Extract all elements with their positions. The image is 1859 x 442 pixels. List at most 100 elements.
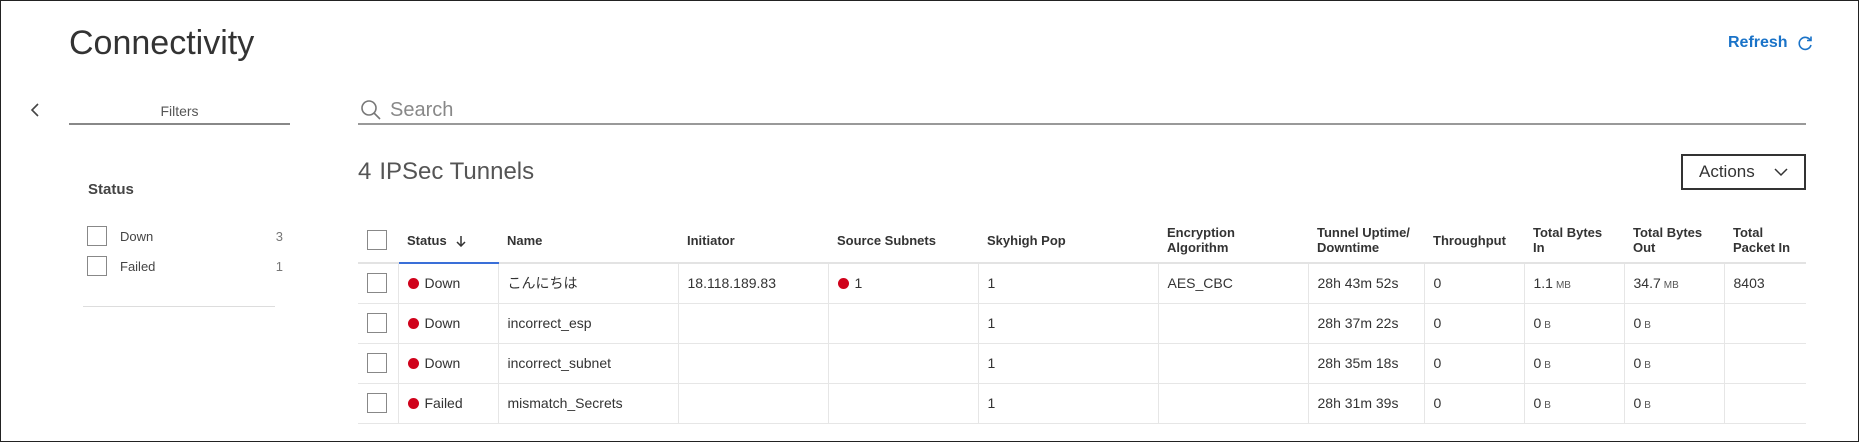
skyhigh-pop-cell: 1 (977, 263, 1158, 304)
table-row[interactable]: Down こんにちは 18.118.189.83 1 1 AES_CBC 28h… (358, 263, 1806, 304)
filters-tab-label: Filters (160, 103, 199, 119)
actions-dropdown-button[interactable]: Actions (1681, 154, 1806, 190)
row-select-cell (358, 343, 398, 384)
filters-divider (83, 306, 275, 307)
tunnels-table: Status Name Initiator Source Subnets Sky… (358, 218, 1806, 424)
column-header-total-bytes-out[interactable]: Total Bytes Out (1624, 218, 1724, 264)
table-header-row: Status Name Initiator Source Subnets Sky… (358, 218, 1806, 264)
throughput-cell: 0 (1423, 343, 1524, 384)
uptime-cell: 28h 31m 39s (1307, 383, 1424, 424)
column-header-throughput[interactable]: Throughput (1424, 218, 1524, 264)
name-cell: incorrect_subnet (497, 343, 678, 384)
source-subnets-cell (827, 303, 978, 344)
throughput-cell: 0 (1423, 383, 1524, 424)
name-cell: こんにちは (497, 263, 678, 304)
status-cell: Down (397, 263, 498, 304)
initiator-cell (677, 343, 828, 384)
filter-down-label: Down (120, 228, 154, 244)
encryption-cell (1157, 343, 1308, 384)
row-select-cell (358, 263, 398, 304)
status-failed-indicator (407, 398, 419, 409)
row-checkbox[interactable] (367, 313, 387, 333)
tunnel-count-label: IPSec Tunnels (379, 158, 535, 185)
refresh-button[interactable]: Refresh (1728, 34, 1814, 52)
search-input[interactable] (390, 98, 1806, 122)
chevron-down-icon (1774, 168, 1788, 177)
filter-failed-checkbox[interactable] (87, 256, 107, 276)
bytes-out-cell: 0B (1623, 303, 1724, 344)
status-filter-heading: Status (88, 181, 134, 198)
filters-tab[interactable]: Filters (69, 103, 290, 125)
source-subnets-cell (827, 343, 978, 384)
table-row[interactable]: Down incorrect_esp 1 28h 37m 22s 0 0B 0B (358, 303, 1806, 344)
filter-down-count: 3 (275, 228, 283, 244)
page-title: Connectivity (69, 24, 255, 62)
bytes-out-cell: 0B (1623, 343, 1724, 384)
initiator-cell: 18.118.189.83 (677, 263, 828, 304)
status-down-indicator (407, 278, 419, 290)
sort-descending-arrow-icon (456, 235, 466, 247)
row-checkbox[interactable] (367, 393, 387, 413)
table-row[interactable]: Failed mismatch_Secrets 1 28h 31m 39s 0 … (358, 383, 1806, 424)
table-row[interactable]: Down incorrect_subnet 1 28h 35m 18s 0 0B… (358, 343, 1806, 384)
bytes-in-cell: 0B (1523, 343, 1624, 384)
filter-option-failed: Failed 1 (87, 256, 283, 276)
skyhigh-pop-cell: 1 (977, 383, 1158, 424)
filter-option-down: Down 3 (87, 226, 283, 246)
packets-in-cell (1723, 343, 1806, 384)
status-down-indicator (407, 358, 419, 369)
refresh-label: Refresh (1728, 34, 1788, 51)
refresh-icon (1798, 36, 1812, 51)
actions-label: Actions (1699, 162, 1755, 181)
throughput-cell: 0 (1423, 303, 1524, 344)
filter-down-checkbox[interactable] (87, 226, 107, 246)
uptime-cell: 28h 35m 18s (1307, 343, 1424, 384)
initiator-cell (677, 303, 828, 344)
status-cell: Failed (397, 383, 498, 424)
packets-in-cell (1723, 383, 1806, 424)
bytes-in-cell: 0B (1523, 303, 1624, 344)
source-subnets-cell (827, 383, 978, 424)
tunnel-count: 4 (358, 158, 372, 185)
collapse-filters-chevron-left-icon[interactable] (28, 101, 44, 119)
row-select-cell (358, 303, 398, 344)
column-header-name[interactable]: Name (498, 218, 678, 264)
name-cell: mismatch_Secrets (497, 383, 678, 424)
row-select-cell (358, 383, 398, 424)
row-checkbox[interactable] (367, 273, 387, 294)
initiator-cell (677, 383, 828, 424)
skyhigh-pop-cell: 1 (977, 303, 1158, 344)
encryption-cell (1157, 303, 1308, 344)
column-header-total-packet-in[interactable]: Total Packet In (1724, 218, 1806, 264)
column-header-encryption-algorithm[interactable]: Encryption Algorithm (1158, 218, 1308, 264)
bytes-out-cell: 0B (1623, 383, 1724, 424)
column-header-status[interactable]: Status (398, 218, 498, 264)
column-header-source-subnets[interactable]: Source Subnets (828, 218, 978, 264)
column-header-initiator[interactable]: Initiator (678, 218, 828, 264)
column-header-skyhigh-pop[interactable]: Skyhigh Pop (978, 218, 1158, 264)
tunnel-summary: 4 IPSec Tunnels (358, 158, 542, 186)
bytes-out-cell: 34.7 MB (1623, 263, 1724, 304)
source-subnets-cell: 1 (827, 263, 978, 304)
status-cell: Down (397, 303, 498, 344)
packets-in-cell: 8403 (1723, 263, 1806, 304)
uptime-cell: 28h 43m 52s (1307, 263, 1424, 304)
search-icon (361, 100, 381, 120)
encryption-cell: AES_CBC (1157, 263, 1308, 304)
throughput-cell: 0 (1423, 263, 1524, 304)
packets-in-cell (1723, 303, 1806, 344)
column-header-total-bytes-in[interactable]: Total Bytes In (1524, 218, 1624, 264)
bytes-in-cell: 1.1 MB (1523, 263, 1624, 304)
row-checkbox[interactable] (367, 353, 387, 373)
encryption-cell (1157, 383, 1308, 424)
column-header-tunnel-uptime[interactable]: Tunnel Uptime/ Downtime (1308, 218, 1424, 264)
search-bar (358, 97, 1806, 125)
status-down-indicator (407, 318, 419, 329)
select-all-checkbox[interactable] (367, 230, 387, 250)
source-subnet-down-indicator (837, 278, 849, 290)
uptime-cell: 28h 37m 22s (1307, 303, 1424, 344)
skyhigh-pop-cell: 1 (977, 343, 1158, 384)
status-cell: Down (397, 343, 498, 384)
name-cell: incorrect_esp (497, 303, 678, 344)
bytes-in-cell: 0B (1523, 383, 1624, 424)
